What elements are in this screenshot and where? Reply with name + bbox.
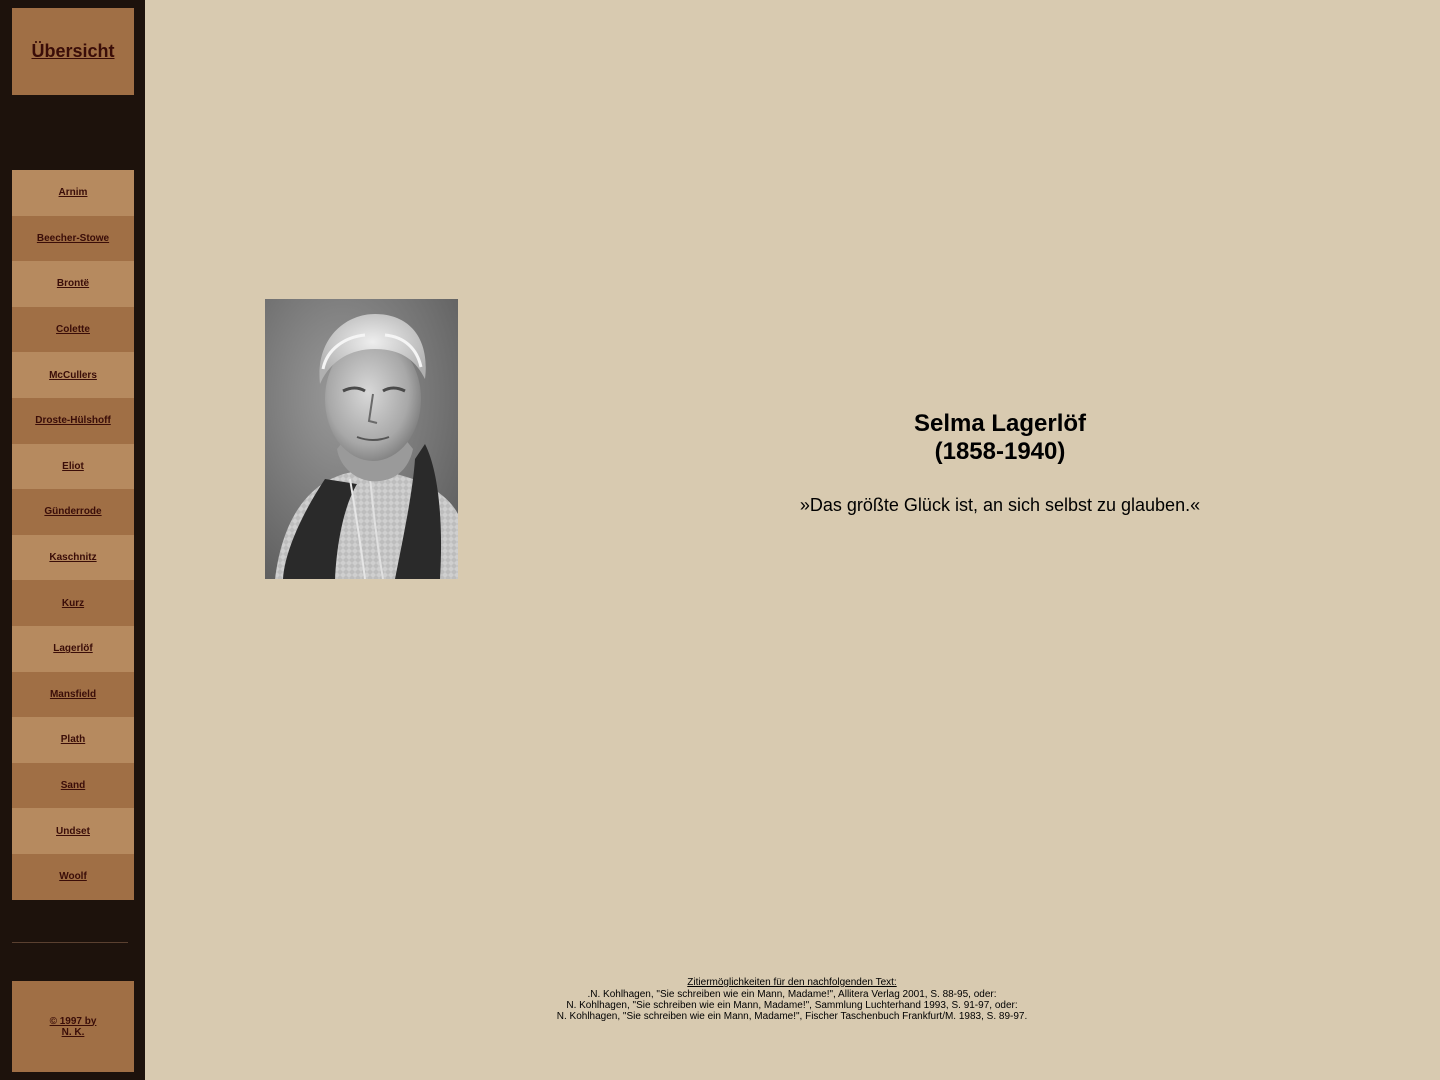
nav-link[interactable]: Arnim — [59, 187, 88, 198]
author-nav-list: Arnim Beecher-Stowe Brontë Colette McCul… — [12, 170, 134, 900]
nav-item-eliot[interactable]: Eliot — [12, 443, 134, 490]
nav-item-plath[interactable]: Plath — [12, 717, 134, 763]
author-name: Selma Lagerlöf — [913, 410, 1087, 437]
nav-item-colette[interactable]: Colette — [12, 306, 134, 353]
nav-item-kurz[interactable]: Kurz — [12, 580, 134, 626]
nav-link[interactable]: Plath — [61, 734, 85, 745]
copyright-line-1: © 1997 by — [49, 1015, 97, 1027]
nav-item-mansfield[interactable]: Mansfield — [12, 671, 134, 718]
citation-lines: .N. Kohlhagen, "Sie schreiben wie ein Ma… — [492, 989, 1092, 1022]
nav-item-arnim[interactable]: Arnim — [12, 170, 134, 216]
citation-line: .N. Kohlhagen, "Sie schreiben wie ein Ma… — [587, 989, 997, 1000]
copyright-line-2: N. K. — [61, 1026, 85, 1038]
sidebar: Übersicht Arnim Beecher-Stowe Brontë Col… — [0, 0, 145, 1080]
nav-link[interactable]: Günderrode — [44, 506, 101, 517]
citation-heading: Zitiermöglichkeiten für den nachfolgende… — [687, 977, 897, 988]
nav-link[interactable]: Lagerlöf — [53, 643, 92, 654]
overview-link[interactable]: Übersicht — [31, 41, 114, 62]
nav-link[interactable]: Brontë — [57, 278, 89, 289]
copyright-box[interactable]: © 1997 by N. K. — [12, 981, 134, 1072]
nav-item-beecher-stowe[interactable]: Beecher-Stowe — [12, 215, 134, 262]
nav-link[interactable]: Droste-Hülshoff — [35, 415, 111, 426]
citation-line: N. Kohlhagen, "Sie schreiben wie ein Man… — [566, 1000, 1018, 1011]
overview-box[interactable]: Übersicht — [12, 8, 134, 95]
nav-link[interactable]: Kaschnitz — [49, 552, 96, 563]
sidebar-divider — [12, 942, 128, 943]
nav-item-droste-huelshoff[interactable]: Droste-Hülshoff — [12, 397, 134, 444]
copyright-link[interactable]: © 1997 by N. K. — [50, 1016, 97, 1038]
nav-link[interactable]: Colette — [56, 324, 90, 335]
author-quote: »Das größte Glück ist, an sich selbst zu… — [799, 495, 1201, 515]
nav-item-sand[interactable]: Sand — [12, 762, 134, 809]
nav-item-bronte[interactable]: Brontë — [12, 261, 134, 307]
citation-block: Zitiermöglichkeiten für den nachfolgende… — [492, 977, 1092, 1022]
nav-item-guenderrode[interactable]: Günderrode — [12, 489, 134, 535]
nav-item-kaschnitz[interactable]: Kaschnitz — [12, 534, 134, 581]
author-portrait — [265, 299, 458, 579]
nav-item-undset[interactable]: Undset — [12, 808, 134, 854]
nav-link[interactable]: Woolf — [59, 871, 87, 882]
nav-item-mccullers[interactable]: McCullers — [12, 352, 134, 398]
nav-link[interactable]: Sand — [61, 780, 85, 791]
nav-item-woolf[interactable]: Woolf — [12, 853, 134, 900]
nav-link[interactable]: Beecher-Stowe — [37, 233, 109, 244]
nav-link[interactable]: McCullers — [49, 370, 97, 381]
nav-link[interactable]: Kurz — [62, 598, 84, 609]
author-dates: (1858-1940) — [934, 438, 1066, 465]
nav-link[interactable]: Undset — [56, 826, 90, 837]
nav-item-lagerloef[interactable]: Lagerlöf — [12, 625, 134, 672]
citation-line: N. Kohlhagen, "Sie schreiben wie ein Man… — [556, 1011, 1028, 1022]
nav-link[interactable]: Eliot — [62, 461, 84, 472]
author-heading: Selma Lagerlöf (1858-1940) — [700, 410, 1300, 466]
nav-link[interactable]: Mansfield — [50, 689, 96, 700]
